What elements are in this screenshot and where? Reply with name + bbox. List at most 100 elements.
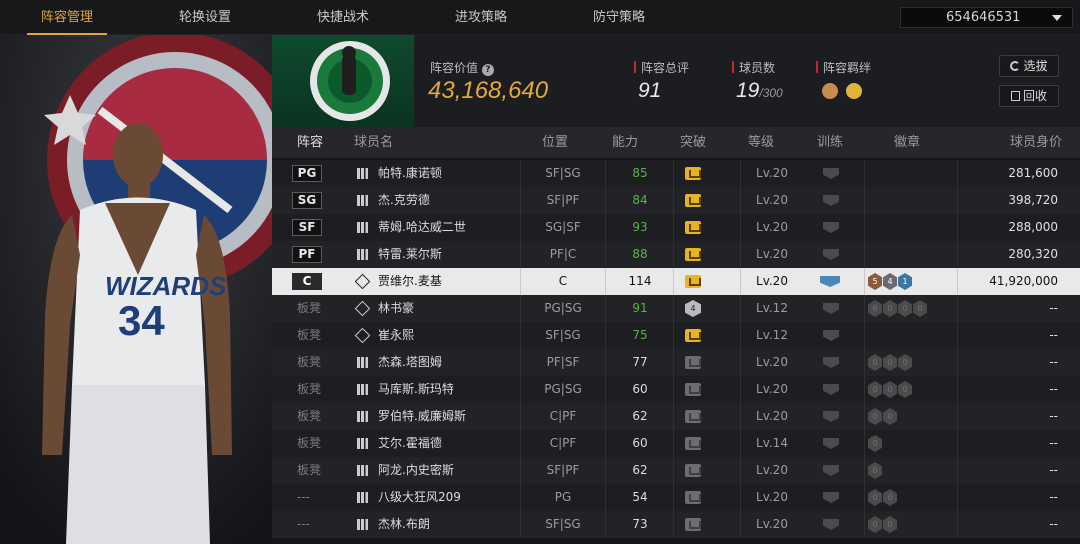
- player-name[interactable]: 八级大狂风209: [378, 484, 461, 511]
- badge-icon[interactable]: 0: [883, 300, 897, 317]
- player-name[interactable]: 罗伯特.威廉姆斯: [378, 403, 466, 430]
- badge-icon[interactable]: 1: [898, 273, 912, 290]
- breakthrough-crown-icon[interactable]: [685, 167, 701, 180]
- training-icon[interactable]: [823, 330, 839, 341]
- badge-icon[interactable]: 0: [898, 354, 912, 371]
- player-position: SF|SG: [545, 517, 581, 531]
- training-icon[interactable]: [823, 438, 839, 449]
- badge-icon[interactable]: 0: [883, 354, 897, 371]
- badge-icon[interactable]: 0: [883, 489, 897, 506]
- player-name[interactable]: 贾维尔.麦基: [378, 268, 442, 295]
- breakthrough-crown-icon[interactable]: [685, 221, 701, 234]
- breakthrough-crown-icon[interactable]: [685, 356, 701, 369]
- player-name[interactable]: 林书豪: [378, 295, 414, 322]
- badge-icon[interactable]: 5: [868, 273, 882, 290]
- help-icon[interactable]: ?: [481, 64, 494, 76]
- training-icon[interactable]: [820, 276, 840, 287]
- table-row[interactable]: PG 帕特.康诺顿 SF|SG 85 Lv.20 281,600: [272, 160, 1080, 187]
- table-row[interactable]: --- 八级大狂风209 PG 54 Lv.20 0 0 --: [272, 484, 1080, 511]
- table-row[interactable]: --- 杰林.布朗 SF|SG 73 Lv.20 0 0 --: [272, 511, 1080, 538]
- table-row[interactable]: 板凳 马库斯.斯玛特 PG|SG 60 Lv.20 0 0 0 --: [272, 376, 1080, 403]
- breakthrough-crown-icon[interactable]: [685, 329, 701, 342]
- player-name[interactable]: 杰林.布朗: [378, 511, 430, 538]
- column-divider: [957, 268, 958, 295]
- badge-icon[interactable]: 0: [868, 381, 882, 398]
- table-row[interactable]: SF 蒂姆.哈达威二世 SG|SF 93 Lv.20 288,000: [272, 214, 1080, 241]
- badge-icon[interactable]: 0: [883, 516, 897, 533]
- breakthrough-crown-icon[interactable]: [685, 248, 701, 261]
- player-name[interactable]: 崔永熙: [378, 322, 414, 349]
- badge-icon[interactable]: 0: [868, 489, 882, 506]
- badge-icon[interactable]: 0: [898, 381, 912, 398]
- table-row[interactable]: 板凳 艾尔.霍福德 C|PF 60 Lv.14 0 --: [272, 430, 1080, 457]
- player-name[interactable]: 马库斯.斯玛特: [378, 376, 454, 403]
- player-name[interactable]: 阿龙.内史密斯: [378, 457, 454, 484]
- column-divider: [673, 187, 674, 214]
- table-row[interactable]: 板凳 林书豪 PG|SG 91 4 Lv.12 6 0 0 0 --: [272, 295, 1080, 322]
- player-level: Lv.20: [756, 517, 788, 531]
- training-icon[interactable]: [823, 465, 839, 476]
- breakthrough-crown-icon[interactable]: [685, 464, 701, 477]
- breakthrough-crown-icon[interactable]: [685, 194, 701, 207]
- tab-offense-strategy[interactable]: 进攻策略: [441, 0, 521, 35]
- tab-rotation-settings[interactable]: 轮换设置: [165, 0, 245, 35]
- breakthrough-crown-icon[interactable]: [685, 437, 701, 450]
- tab-quick-tactics[interactable]: 快捷战术: [303, 0, 383, 35]
- table-row[interactable]: 板凳 杰森.塔图姆 PF|SF 77 Lv.20 0 0 0 --: [272, 349, 1080, 376]
- badge-icon[interactable]: 0: [868, 354, 882, 371]
- badge-icon[interactable]: 0: [868, 516, 882, 533]
- recycle-button[interactable]: 回收: [999, 85, 1059, 107]
- player-name[interactable]: 蒂姆.哈达威二世: [378, 214, 466, 241]
- table-row[interactable]: PF 特雷.莱尔斯 PF|C 88 Lv.20 280,320: [272, 241, 1080, 268]
- training-icon[interactable]: [823, 195, 839, 206]
- training-icon[interactable]: [823, 249, 839, 260]
- player-name[interactable]: 杰森.塔图姆: [378, 349, 442, 376]
- column-divider: [740, 349, 741, 376]
- badge-icon[interactable]: 4: [883, 273, 897, 290]
- player-value: 281,600: [1008, 166, 1058, 180]
- breakthrough-crown-icon[interactable]: [685, 410, 701, 423]
- badge-icon[interactable]: 0: [868, 435, 882, 452]
- training-icon[interactable]: [823, 492, 839, 503]
- badge-icon[interactable]: 0: [868, 408, 882, 425]
- account-dropdown[interactable]: 654646531: [900, 7, 1073, 28]
- breakthrough-crown-icon[interactable]: [685, 491, 701, 504]
- breakthrough-level-badge[interactable]: 4: [685, 300, 701, 317]
- table-row[interactable]: 板凳 阿龙.内史密斯 SF|PF 62 Lv.20 0 --: [272, 457, 1080, 484]
- player-ability: 60: [632, 436, 648, 450]
- table-row[interactable]: 板凳 罗伯特.威廉姆斯 C|PF 62 Lv.20 0 0 --: [272, 403, 1080, 430]
- breakthrough-crown-icon[interactable]: [685, 275, 701, 288]
- bond-icons[interactable]: [822, 83, 863, 103]
- badge-icon[interactable]: 0: [898, 300, 912, 317]
- player-name[interactable]: 艾尔.霍福德: [378, 430, 442, 457]
- training-icon[interactable]: [823, 357, 839, 368]
- badge-icon[interactable]: 0: [868, 462, 882, 479]
- jersey-number: 34: [118, 297, 165, 344]
- badge-icon[interactable]: 0: [883, 381, 897, 398]
- breakthrough-crown-icon[interactable]: [685, 383, 701, 396]
- player-level: Lv.12: [756, 328, 788, 342]
- table-row[interactable]: 板凳 崔永熙 SF|SG 75 Lv.12 --: [272, 322, 1080, 349]
- tab-defense-strategy[interactable]: 防守策略: [579, 0, 659, 35]
- training-icon[interactable]: [823, 303, 839, 314]
- column-divider: [740, 295, 741, 322]
- tab-roster-management[interactable]: 阵容管理: [27, 0, 107, 35]
- training-icon[interactable]: [823, 222, 839, 233]
- table-row[interactable]: SG 杰.克劳德 SF|PF 84 Lv.20 398,720: [272, 187, 1080, 214]
- badge-icon[interactable]: 0: [913, 300, 927, 317]
- player-name[interactable]: 帕特.康诺顿: [378, 160, 442, 187]
- player-position: SF|SG: [545, 328, 581, 342]
- badge-icon[interactable]: 6: [868, 300, 882, 317]
- table-row[interactable]: C 贾维尔.麦基 C 114 Lv.20 5 4 1 41,920,000: [272, 268, 1080, 295]
- breakthrough-crown-icon[interactable]: [685, 518, 701, 531]
- training-icon[interactable]: [823, 384, 839, 395]
- player-ability: 85: [632, 166, 648, 180]
- training-icon[interactable]: [823, 411, 839, 422]
- column-divider: [864, 349, 865, 376]
- player-name[interactable]: 杰.克劳德: [378, 187, 430, 214]
- training-icon[interactable]: [823, 519, 839, 530]
- training-icon[interactable]: [823, 168, 839, 179]
- player-name[interactable]: 特雷.莱尔斯: [378, 241, 442, 268]
- select-button[interactable]: 选拔: [999, 55, 1059, 77]
- badge-icon[interactable]: 0: [883, 408, 897, 425]
